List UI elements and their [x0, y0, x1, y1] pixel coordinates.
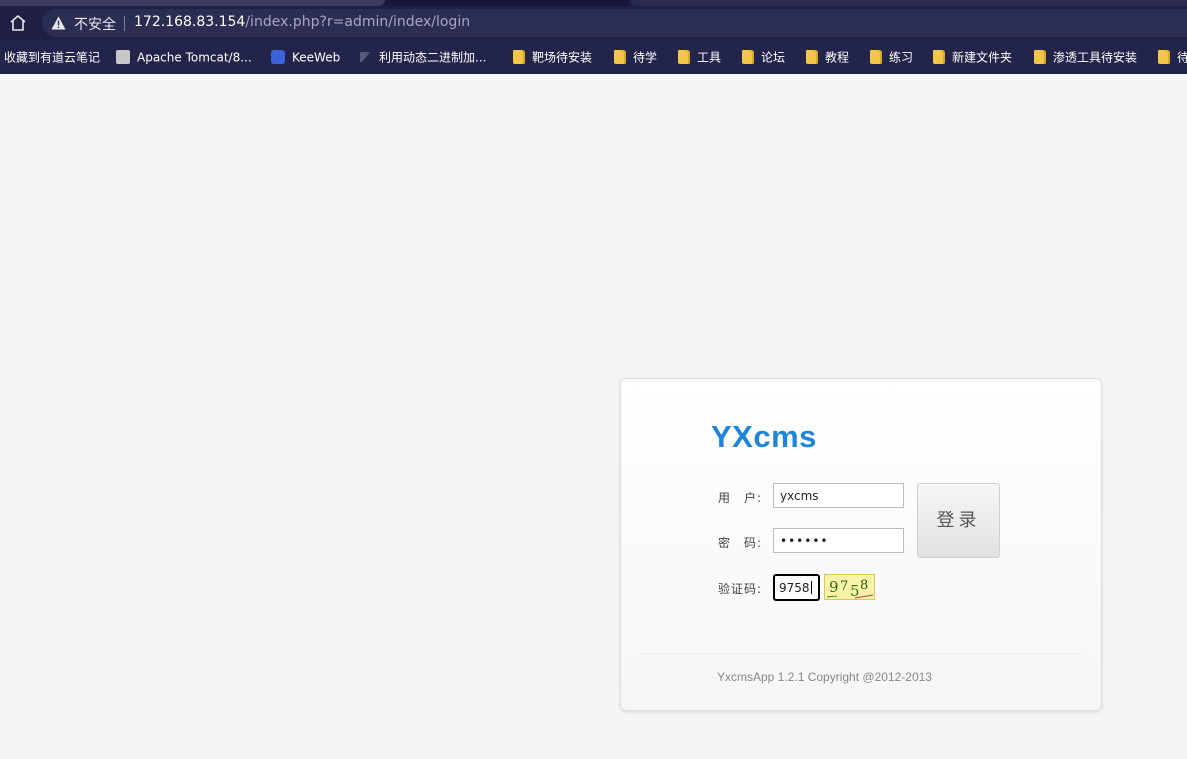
bookmark-label: 待 [1177, 50, 1187, 65]
url-host: 172.168.83.154 [134, 14, 246, 30]
folder-icon [870, 49, 882, 64]
folder-icon [742, 49, 754, 64]
bookmark-label: 收藏到有道云笔记 [4, 50, 101, 65]
folder-icon [1158, 49, 1170, 64]
captcha-input-value: 9758 [779, 581, 810, 595]
folder-icon [614, 49, 626, 64]
login-card: YXcms 用 户: yxcms 密 码: •••••• 验证码: 9758 9… [620, 378, 1102, 711]
bookmark-label: KeeWeb [292, 50, 341, 65]
bookmark-folder-range[interactable]: 靶场待安装 [513, 49, 592, 65]
captcha-label: 验证码: [718, 582, 763, 596]
text-cursor [810, 581, 812, 594]
url-text[interactable]: 172.168.83.154/index.php?r=admin/index/l… [134, 14, 470, 30]
bookmark-folder-forum[interactable]: 论坛 [742, 49, 785, 65]
page-icon [358, 50, 372, 64]
bookmark-folder-tutorial[interactable]: 教程 [806, 49, 849, 65]
username-label: 用 户: [718, 491, 763, 505]
security-status-label[interactable]: 不安全 [74, 14, 116, 34]
bookmark-label: 练习 [889, 50, 914, 65]
password-input[interactable]: •••••• [773, 528, 904, 553]
bookmark-label: 论坛 [761, 50, 786, 65]
bookmark-label: 新建文件夹 [952, 50, 1013, 65]
bookmark-folder-tools[interactable]: 工具 [678, 49, 721, 65]
bookmark-keeweb[interactable]: KeeWeb [271, 49, 340, 65]
copyright-text: YxcmsApp 1.2.1 Copyright @2012-2013 [717, 670, 932, 684]
folder-icon [933, 49, 945, 64]
bookmark-label: 教程 [825, 50, 850, 65]
address-bar: 不安全 172.168.83.154/index.php?r=admin/ind… [0, 6, 1187, 40]
captcha-char: 9 [829, 578, 839, 596]
url-separator [124, 16, 125, 31]
bookmark-youdao[interactable]: 收藏到有道云笔记 [4, 49, 100, 65]
bookmarks-bar: 收藏到有道云笔记 Apache Tomcat/8... KeeWeb 利用动态二… [0, 40, 1187, 74]
folder-icon [806, 49, 818, 64]
bookmark-folder-practice[interactable]: 练习 [870, 49, 913, 65]
folder-icon [678, 49, 690, 64]
username-input[interactable]: yxcms [773, 483, 904, 508]
keeweb-icon [271, 49, 285, 64]
tomcat-icon [116, 49, 130, 64]
bookmark-folder-tolearn[interactable]: 待学 [614, 49, 657, 65]
bookmark-label: 待学 [633, 50, 658, 65]
captcha-char: 5 [850, 582, 860, 600]
bookmark-label: 工具 [697, 50, 722, 65]
site-logo: YXcms [711, 419, 817, 454]
folder-icon [513, 49, 525, 64]
bookmark-folder-pentest[interactable]: 渗透工具待安装 [1034, 49, 1137, 65]
folder-icon [1034, 49, 1046, 64]
captcha-char: 8 [860, 578, 868, 593]
bookmark-tomcat[interactable]: Apache Tomcat/8... [116, 49, 252, 65]
url-path: /index.php?r=admin/index/login [245, 14, 471, 30]
warning-icon[interactable] [51, 16, 66, 30]
bookmark-label: 靶场待安装 [532, 50, 593, 65]
card-divider [641, 653, 1081, 654]
bookmark-folder-new[interactable]: 新建文件夹 [933, 49, 1012, 65]
bookmark-label: 利用动态二进制加... [379, 50, 487, 65]
captcha-input[interactable]: 9758 [773, 574, 820, 601]
home-icon[interactable] [8, 13, 28, 33]
bookmark-label: 渗透工具待安装 [1053, 50, 1138, 65]
captcha-image[interactable]: 9 7 5 8 [824, 574, 875, 600]
bookmark-label: Apache Tomcat/8... [137, 50, 252, 65]
login-button[interactable]: 登录 [917, 483, 1000, 558]
captcha-char: 7 [840, 579, 848, 594]
bookmark-folder-partial[interactable]: 待 [1158, 49, 1187, 65]
url-field[interactable]: 不安全 172.168.83.154/index.php?r=admin/ind… [42, 9, 1187, 37]
bookmark-binary[interactable]: 利用动态二进制加... [358, 49, 486, 65]
password-label: 密 码: [718, 536, 763, 550]
